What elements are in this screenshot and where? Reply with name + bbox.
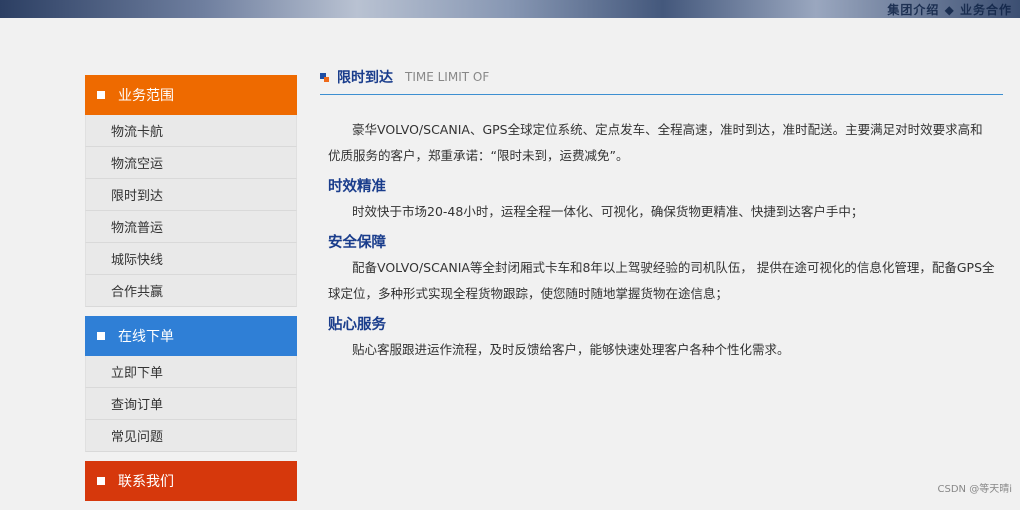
watermark: CSDN @等天晴i bbox=[937, 484, 1012, 495]
side-group-contact: 联系我们 bbox=[85, 461, 297, 501]
square-bullet-icon bbox=[97, 477, 105, 485]
intro-paragraph: 豪华VOLVO/SCANIA、GPS全球定位系统、定点发车、全程高速，准时到达，… bbox=[328, 122, 983, 163]
banner-text: 集团介绍 ◆ 业务合作 bbox=[887, 3, 1012, 17]
square-bullet-icon bbox=[97, 91, 105, 99]
sidebar-item-intercity[interactable]: 城际快线 bbox=[85, 243, 297, 275]
side-head-label: 在线下单 bbox=[118, 329, 174, 345]
section-text-safety: 配备VOLVO/SCANIA等全封闭厢式卡车和8年以上驾驶经验的司机队伍， 提供… bbox=[328, 260, 995, 301]
sidebar-item-time-limit[interactable]: 限时到达 bbox=[85, 179, 297, 211]
top-banner: 集团介绍 ◆ 业务合作 bbox=[0, 0, 1020, 18]
side-head-label: 业务范围 bbox=[118, 88, 174, 104]
side-head-label: 联系我们 bbox=[118, 474, 174, 490]
sidebar-item-query-order[interactable]: 查询订单 bbox=[85, 388, 297, 420]
section-title-service: 贴心服务 bbox=[328, 317, 386, 333]
sidebar-item-faq[interactable]: 常见问题 bbox=[85, 420, 297, 452]
side-head-contact[interactable]: 联系我们 bbox=[85, 461, 297, 501]
side-head-business[interactable]: 业务范围 bbox=[85, 75, 297, 115]
article: 豪华VOLVO/SCANIA、GPS全球定位系统、定点发车、全程高速，准时到达，… bbox=[320, 117, 1003, 363]
square-bullet-icon bbox=[97, 332, 105, 340]
sidebar: 业务范围 物流卡航 物流空运 限时到达 物流普运 城际快线 合作共赢 在线下单 … bbox=[85, 75, 297, 510]
sidebar-item-truck[interactable]: 物流卡航 bbox=[85, 115, 297, 147]
section-title-safety: 安全保障 bbox=[328, 235, 386, 251]
section-text-service: 贴心客服跟进运作流程，及时反馈给客户，能够快速处理客户各种个性化需求。 bbox=[352, 342, 790, 357]
section-text-timeliness: 时效快于市场20-48小时，运程全程一体化、可视化，确保货物更精准、快捷到达客户… bbox=[352, 204, 864, 219]
sidebar-item-place-order[interactable]: 立即下单 bbox=[85, 356, 297, 388]
page-title: 限时到达 bbox=[337, 70, 393, 86]
main-content: 限时到达 TIME LIMIT OF 豪华VOLVO/SCANIA、GPS全球定… bbox=[320, 60, 1003, 363]
side-group-business: 业务范围 物流卡航 物流空运 限时到达 物流普运 城际快线 合作共赢 bbox=[85, 75, 297, 307]
main-title-row: 限时到达 TIME LIMIT OF bbox=[320, 60, 1003, 95]
section-title-timeliness: 时效精准 bbox=[328, 179, 386, 195]
page-subtitle: TIME LIMIT OF bbox=[405, 70, 490, 84]
sidebar-item-cooperation[interactable]: 合作共赢 bbox=[85, 275, 297, 307]
side-group-order: 在线下单 立即下单 查询订单 常见问题 bbox=[85, 316, 297, 452]
sidebar-item-air[interactable]: 物流空运 bbox=[85, 147, 297, 179]
sidebar-item-general[interactable]: 物流普运 bbox=[85, 211, 297, 243]
side-head-order[interactable]: 在线下单 bbox=[85, 316, 297, 356]
title-squares-icon bbox=[320, 72, 329, 82]
